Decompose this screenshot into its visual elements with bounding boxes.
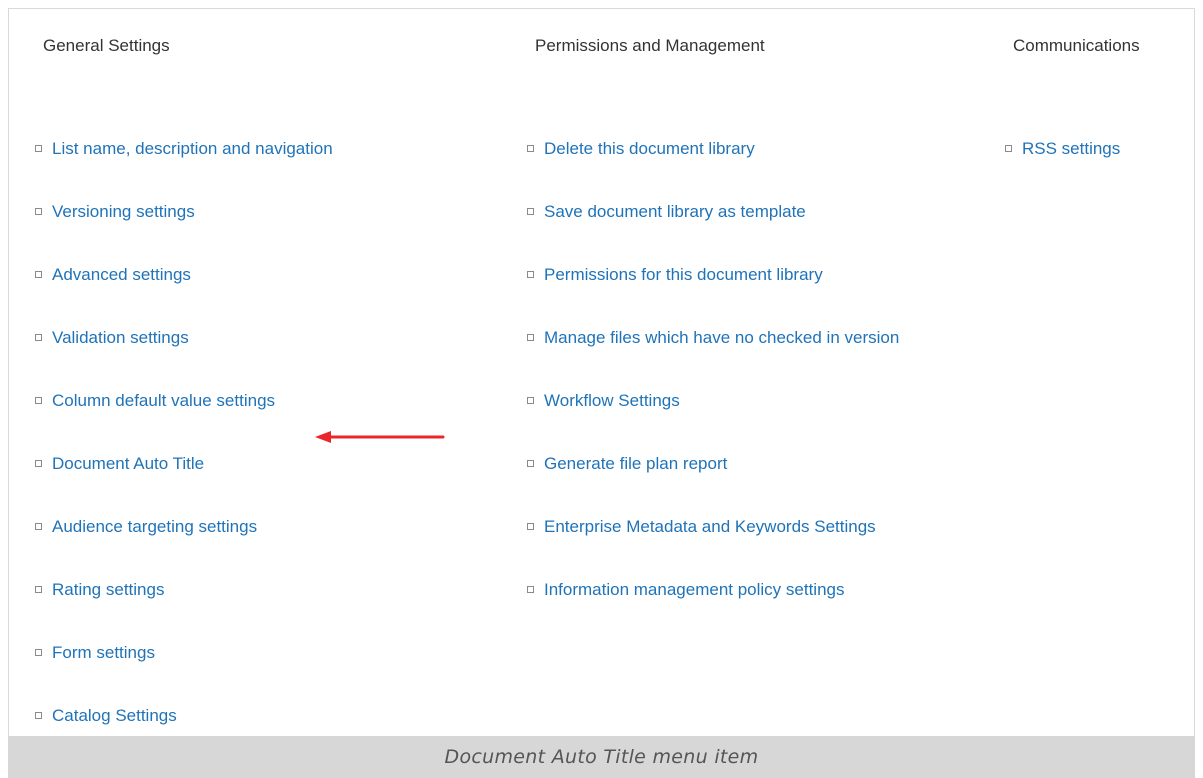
bullet-icon: [527, 208, 534, 215]
list-item: Save document library as template: [527, 180, 899, 243]
general-settings-list: List name, description and navigation Ve…: [35, 117, 333, 736]
list-item: Workflow Settings: [527, 369, 899, 432]
bullet-icon: [35, 712, 42, 719]
communications-list: RSS settings: [1005, 117, 1120, 180]
list-item: Catalog Settings: [35, 684, 333, 736]
list-item: List name, description and navigation: [35, 117, 333, 180]
settings-panel: General Settings List name, description …: [8, 8, 1195, 736]
list-item: Column default value settings: [35, 369, 333, 432]
figure-caption: Document Auto Title menu item: [444, 746, 759, 768]
list-item: Enterprise Metadata and Keywords Setting…: [527, 495, 899, 558]
list-item: RSS settings: [1005, 117, 1120, 180]
delete-document-library-link[interactable]: Delete this document library: [544, 139, 755, 159]
bullet-icon: [35, 523, 42, 530]
bullet-icon: [35, 145, 42, 152]
audience-targeting-settings-link[interactable]: Audience targeting settings: [52, 517, 257, 537]
enterprise-metadata-keywords-link[interactable]: Enterprise Metadata and Keywords Setting…: [544, 517, 876, 537]
bullet-icon: [35, 460, 42, 467]
manage-unchecked-files-link[interactable]: Manage files which have no checked in ve…: [544, 328, 899, 348]
bullet-icon: [35, 334, 42, 341]
communications-heading: Communications: [1013, 36, 1140, 55]
list-item: Generate file plan report: [527, 432, 899, 495]
general-settings-heading: General Settings: [43, 36, 170, 55]
list-item: Delete this document library: [527, 117, 899, 180]
catalog-settings-link[interactable]: Catalog Settings: [52, 706, 177, 726]
list-item: Permissions for this document library: [527, 243, 899, 306]
permissions-management-heading: Permissions and Management: [535, 36, 765, 55]
advanced-settings-link[interactable]: Advanced settings: [52, 265, 191, 285]
bullet-icon: [35, 271, 42, 278]
list-item: Validation settings: [35, 306, 333, 369]
bullet-icon: [35, 208, 42, 215]
list-item: Document Auto Title: [35, 432, 333, 495]
bullet-icon: [527, 145, 534, 152]
bullet-icon: [35, 586, 42, 593]
rss-settings-link[interactable]: RSS settings: [1022, 139, 1120, 159]
bullet-icon: [527, 523, 534, 530]
bullet-icon: [35, 397, 42, 404]
bullet-icon: [527, 397, 534, 404]
bullet-icon: [35, 649, 42, 656]
rating-settings-link[interactable]: Rating settings: [52, 580, 164, 600]
permissions-management-list: Delete this document library Save docume…: [527, 117, 899, 621]
list-item: Rating settings: [35, 558, 333, 621]
column-default-value-settings-link[interactable]: Column default value settings: [52, 391, 275, 411]
caption-bar: Document Auto Title menu item: [8, 736, 1195, 778]
red-arrow-annotation-icon: [315, 431, 445, 443]
list-name-description-navigation-link[interactable]: List name, description and navigation: [52, 139, 333, 159]
list-item: Information management policy settings: [527, 558, 899, 621]
save-as-template-link[interactable]: Save document library as template: [544, 202, 806, 222]
bullet-icon: [527, 271, 534, 278]
workflow-settings-link[interactable]: Workflow Settings: [544, 391, 680, 411]
information-management-policy-link[interactable]: Information management policy settings: [544, 580, 845, 600]
bullet-icon: [527, 334, 534, 341]
list-item: Versioning settings: [35, 180, 333, 243]
versioning-settings-link[interactable]: Versioning settings: [52, 202, 195, 222]
generate-file-plan-report-link[interactable]: Generate file plan report: [544, 454, 727, 474]
document-auto-title-link[interactable]: Document Auto Title: [52, 454, 204, 474]
list-item: Advanced settings: [35, 243, 333, 306]
form-settings-link[interactable]: Form settings: [52, 643, 155, 663]
list-item: Audience targeting settings: [35, 495, 333, 558]
bullet-icon: [527, 586, 534, 593]
screenshot-frame: General Settings List name, description …: [0, 0, 1203, 778]
validation-settings-link[interactable]: Validation settings: [52, 328, 189, 348]
bullet-icon: [1005, 145, 1012, 152]
bullet-icon: [527, 460, 534, 467]
permissions-link[interactable]: Permissions for this document library: [544, 265, 823, 285]
list-item: Form settings: [35, 621, 333, 684]
list-item: Manage files which have no checked in ve…: [527, 306, 899, 369]
